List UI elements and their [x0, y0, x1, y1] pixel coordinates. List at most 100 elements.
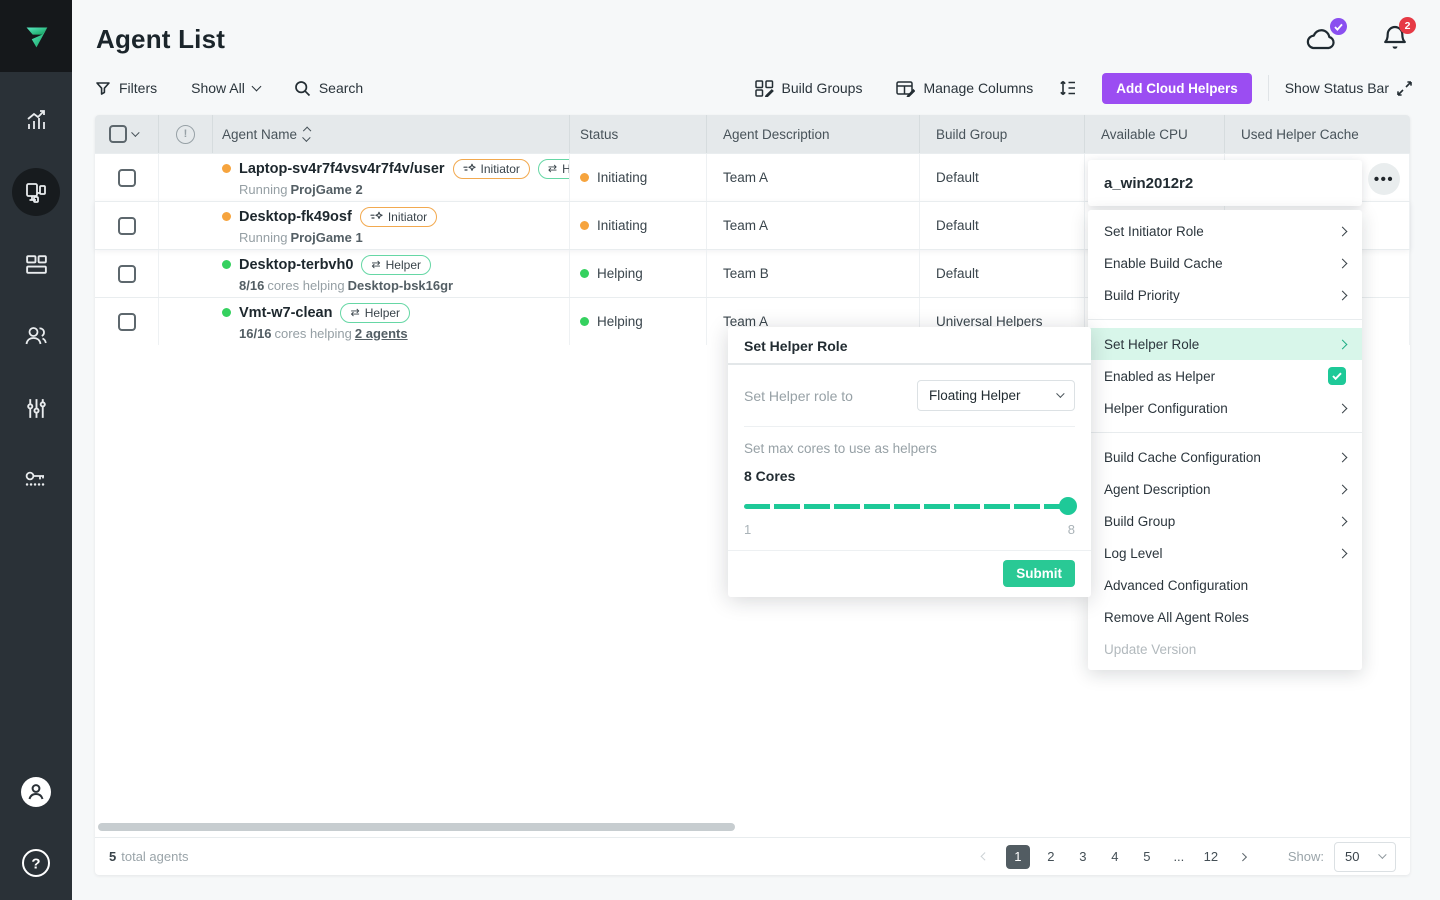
helper-badge: ⇄ Helper [361, 255, 431, 275]
build-groups-button[interactable]: Build Groups [755, 80, 863, 97]
sidebar-item-dashboard[interactable] [0, 96, 72, 144]
page-prev-button [974, 845, 996, 869]
sidebar-item-users[interactable] [0, 312, 72, 360]
column-header-status: Status [570, 115, 707, 153]
agent-name: Desktop-terbvh0 [239, 257, 353, 273]
menu-item-build-priority[interactable]: Build Priority [1088, 279, 1362, 311]
page-ellipsis: ... [1168, 845, 1190, 869]
menu-item-remove-all-agent-roles[interactable]: Remove All Agent Roles [1088, 601, 1362, 633]
toolbar-divider [1268, 75, 1269, 101]
row-actions-button[interactable]: ••• [1368, 163, 1400, 195]
page-button[interactable]: 2 [1040, 845, 1062, 869]
menu-item-set-initiator-role[interactable]: Set Initiator Role [1088, 215, 1362, 247]
column-header-available-cpu: Available CPU [1085, 115, 1225, 153]
menu-item-agent-description[interactable]: Agent Description [1088, 473, 1362, 505]
helped-agents-link[interactable]: 2 agents [355, 326, 408, 341]
chevron-right-icon [1338, 258, 1348, 268]
agent-subtext: RunningProjGame 2 [239, 182, 366, 197]
page-button[interactable]: 12 [1200, 845, 1222, 869]
agent-name: Desktop-fk49osf [239, 209, 352, 225]
submit-button[interactable]: Submit [1003, 560, 1075, 587]
agent-subtext: 16/16cores helping2 agents [239, 326, 411, 341]
menu-item-advanced-configuration[interactable]: Advanced Configuration [1088, 569, 1362, 601]
toolbar: Filters Show All Search Build Groups [95, 72, 1412, 104]
slider-knob[interactable] [1059, 497, 1077, 515]
menu-separator [1088, 319, 1362, 320]
status-text: Helping [597, 314, 643, 329]
menu-item-log-level[interactable]: Log Level [1088, 537, 1362, 569]
build-groups-icon [755, 80, 774, 97]
column-header-used-helper-cache: Used Helper Cache [1225, 115, 1410, 153]
row-checkbox[interactable] [118, 169, 136, 187]
helper-badge: ⇄ Helper [340, 303, 410, 323]
chevron-right-icon [1338, 290, 1348, 300]
page-title: Agent List [96, 24, 225, 55]
row-checkbox[interactable] [118, 265, 136, 283]
page-button[interactable]: 5 [1136, 845, 1158, 869]
agent-context-menu: a_win2012r2 Set Initiator Role Enable Bu… [1088, 160, 1362, 670]
row-height-button[interactable] [1059, 79, 1076, 97]
sidebar-item-builds[interactable] [0, 240, 72, 288]
page-button[interactable]: 4 [1104, 845, 1126, 869]
select-all-checkbox[interactable] [109, 125, 127, 143]
chevron-right-icon [1338, 484, 1348, 494]
search-icon [294, 80, 311, 97]
agent-description: Team B [707, 250, 920, 297]
show-all-dropdown[interactable]: Show All [191, 80, 260, 96]
enabled-as-helper-checkbox[interactable] [1328, 367, 1346, 385]
menu-item-set-helper-role[interactable]: Set Helper Role [1088, 328, 1362, 360]
page-size-select[interactable]: 50 [1334, 842, 1396, 872]
sidebar-item-license[interactable] [0, 456, 72, 504]
manage-columns-button[interactable]: Manage Columns [896, 80, 1033, 97]
page-button-current[interactable]: 1 [1006, 845, 1030, 869]
notifications-button[interactable]: 2 [1382, 24, 1408, 59]
menu-item-enabled-as-helper[interactable]: Enabled as Helper [1088, 360, 1362, 392]
slider-min-label: 1 [744, 522, 751, 537]
menu-item-update-version: Update Version [1088, 633, 1362, 665]
row-checkbox[interactable] [118, 313, 136, 331]
status-dot [580, 269, 589, 278]
status-text: Helping [597, 266, 643, 281]
cloud-status-button[interactable] [1304, 24, 1340, 57]
agent-subtext: RunningProjGame 1 [239, 230, 366, 245]
panel-divider [744, 426, 1075, 427]
status-dot [580, 221, 589, 230]
main-content: Agent List 2 Filters Show All [72, 0, 1440, 900]
page-next-button[interactable] [1232, 845, 1254, 869]
chevron-right-icon [1338, 548, 1348, 558]
sort-icon[interactable] [304, 128, 310, 141]
sidebar-item-account[interactable] [0, 776, 72, 808]
horizontal-scrollbar[interactable] [98, 823, 735, 831]
page-button[interactable]: 3 [1072, 845, 1094, 869]
chevron-down-icon [251, 82, 261, 92]
sidebar-item-settings[interactable] [0, 384, 72, 432]
search-button[interactable]: Search [294, 80, 363, 97]
sidebar-item-help[interactable]: ? [0, 848, 72, 878]
initiator-badge: Initiator [360, 207, 437, 227]
show-label: Show: [1288, 849, 1324, 864]
check-icon [1334, 23, 1343, 31]
slider-track[interactable] [744, 504, 1069, 509]
menu-item-build-cache-configuration[interactable]: Build Cache Configuration [1088, 441, 1362, 473]
add-cloud-helpers-button[interactable]: Add Cloud Helpers [1102, 73, 1252, 104]
agent-description: Team A [707, 202, 920, 249]
app-logo[interactable] [0, 0, 72, 72]
row-checkbox[interactable] [118, 217, 136, 235]
helper-role-select[interactable]: Floating Helper [917, 380, 1075, 411]
chevron-down-icon [1378, 851, 1386, 859]
column-header-build-group: Build Group [920, 115, 1085, 153]
show-status-bar-button[interactable]: Show Status Bar [1285, 80, 1412, 96]
column-header-agent-name[interactable]: Agent Name [213, 115, 570, 153]
alert-column-icon: ! [176, 125, 195, 144]
filters-button[interactable]: Filters [95, 80, 157, 96]
menu-separator [1088, 432, 1362, 433]
check-icon [1332, 372, 1342, 380]
menu-item-helper-configuration[interactable]: Helper Configuration [1088, 392, 1362, 424]
sidebar-item-agents[interactable] [0, 168, 72, 216]
agents-icon [23, 179, 49, 205]
manage-columns-icon [896, 80, 915, 97]
select-menu-caret[interactable] [132, 129, 140, 137]
menu-item-build-group[interactable]: Build Group [1088, 505, 1362, 537]
menu-item-enable-build-cache[interactable]: Enable Build Cache [1088, 247, 1362, 279]
svg-text:?: ? [31, 856, 40, 873]
